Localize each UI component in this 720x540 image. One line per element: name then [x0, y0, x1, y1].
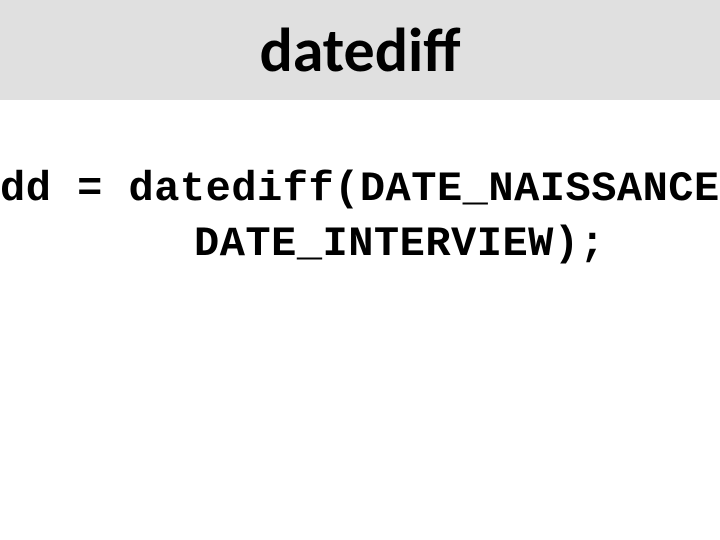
slide-header: datediff — [0, 0, 720, 100]
slide-content: dd = datediff(DATE_NAISSANCE, DATE_INTER… — [0, 100, 720, 271]
code-line-1: dd = datediff(DATE_NAISSANCE, — [0, 162, 720, 217]
slide-title: datediff — [260, 12, 461, 88]
code-line-2: DATE_INTERVIEW); — [0, 217, 720, 272]
